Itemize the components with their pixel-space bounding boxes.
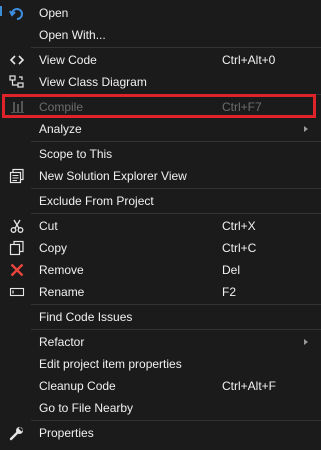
separator bbox=[31, 188, 321, 189]
menu-item-label: Remove bbox=[39, 263, 84, 277]
menu-item-rename[interactable]: Rename F2 bbox=[0, 281, 321, 303]
menu-item-view-code[interactable]: View Code Ctrl+Alt+0 bbox=[0, 49, 321, 71]
menu-item-shortcut: Ctrl+C bbox=[222, 241, 257, 255]
menu-item-label: Properties bbox=[39, 426, 94, 440]
menu-item-label: Edit project item properties bbox=[39, 357, 182, 371]
menu-item-shortcut: F2 bbox=[222, 285, 237, 299]
separator bbox=[31, 329, 321, 330]
separator bbox=[31, 47, 321, 48]
menu-item-label: Analyze bbox=[39, 122, 82, 136]
rename-icon bbox=[9, 284, 25, 300]
separator bbox=[31, 213, 321, 214]
menu-item-open-with[interactable]: Open With... bbox=[0, 24, 321, 46]
menu-item-analyze[interactable]: Analyze bbox=[0, 118, 321, 140]
copy-icon bbox=[9, 240, 25, 256]
menu-item-label: Cut bbox=[39, 219, 58, 233]
open-arrow-icon bbox=[9, 5, 25, 21]
menu-item-label: Open bbox=[39, 6, 69, 20]
highlight-box bbox=[2, 94, 316, 118]
submenu-arrow-icon bbox=[304, 126, 308, 132]
menu-item-new-solution-explorer-view[interactable]: New Solution Explorer View bbox=[0, 165, 321, 187]
menu-item-label: Find Code Issues bbox=[39, 310, 133, 324]
menu-item-cut[interactable]: Cut Ctrl+X bbox=[0, 215, 321, 237]
remove-x-icon bbox=[9, 262, 25, 278]
menu-item-shortcut: Ctrl+Alt+0 bbox=[222, 53, 276, 67]
class-diagram-icon bbox=[9, 74, 25, 90]
menu-item-label: Go to File Nearby bbox=[39, 401, 134, 415]
menu-item-refactor[interactable]: Refactor bbox=[0, 331, 321, 353]
menu-item-cleanup-code[interactable]: Cleanup Code Ctrl+Alt+F bbox=[0, 375, 321, 397]
menu-item-remove[interactable]: Remove Del bbox=[0, 259, 321, 281]
menu-item-label: Copy bbox=[39, 241, 68, 255]
menu-item-label: New Solution Explorer View bbox=[39, 169, 187, 183]
menu-item-shortcut: Del bbox=[222, 263, 241, 277]
menu-item-exclude-from-project[interactable]: Exclude From Project bbox=[0, 190, 321, 212]
context-menu: Open Open With... View Code Ctrl+Alt+0 V… bbox=[0, 0, 321, 450]
menu-item-label: Rename bbox=[39, 285, 85, 299]
menu-item-scope-to-this[interactable]: Scope to This bbox=[0, 143, 321, 165]
solution-explorer-icon bbox=[9, 168, 25, 184]
menu-item-label: View Class Diagram bbox=[39, 75, 147, 89]
separator bbox=[31, 304, 321, 305]
menu-item-view-class-diagram[interactable]: View Class Diagram bbox=[0, 71, 321, 93]
menu-item-properties[interactable]: Properties bbox=[0, 422, 321, 444]
menu-item-edit-project-item-properties[interactable]: Edit project item properties bbox=[0, 353, 321, 375]
menu-item-shortcut: Ctrl+Alt+F bbox=[222, 379, 277, 393]
submenu-arrow-icon bbox=[304, 339, 308, 345]
scissors-icon bbox=[9, 218, 25, 234]
menu-item-label: Refactor bbox=[39, 335, 85, 349]
menu-item-label: Scope to This bbox=[39, 147, 113, 161]
wrench-icon bbox=[9, 425, 25, 441]
menu-item-find-code-issues[interactable]: Find Code Issues bbox=[0, 306, 321, 328]
code-brackets-icon bbox=[9, 52, 25, 68]
separator bbox=[31, 420, 321, 421]
separator bbox=[31, 141, 321, 142]
menu-item-label: Cleanup Code bbox=[39, 379, 116, 393]
menu-item-open[interactable]: Open bbox=[0, 2, 321, 24]
menu-item-copy[interactable]: Copy Ctrl+C bbox=[0, 237, 321, 259]
menu-item-label: Open With... bbox=[39, 28, 106, 42]
menu-item-label: View Code bbox=[39, 53, 97, 67]
menu-item-go-to-file-nearby[interactable]: Go to File Nearby bbox=[0, 397, 321, 419]
menu-item-shortcut: Ctrl+X bbox=[222, 219, 256, 233]
menu-item-label: Exclude From Project bbox=[39, 194, 154, 208]
